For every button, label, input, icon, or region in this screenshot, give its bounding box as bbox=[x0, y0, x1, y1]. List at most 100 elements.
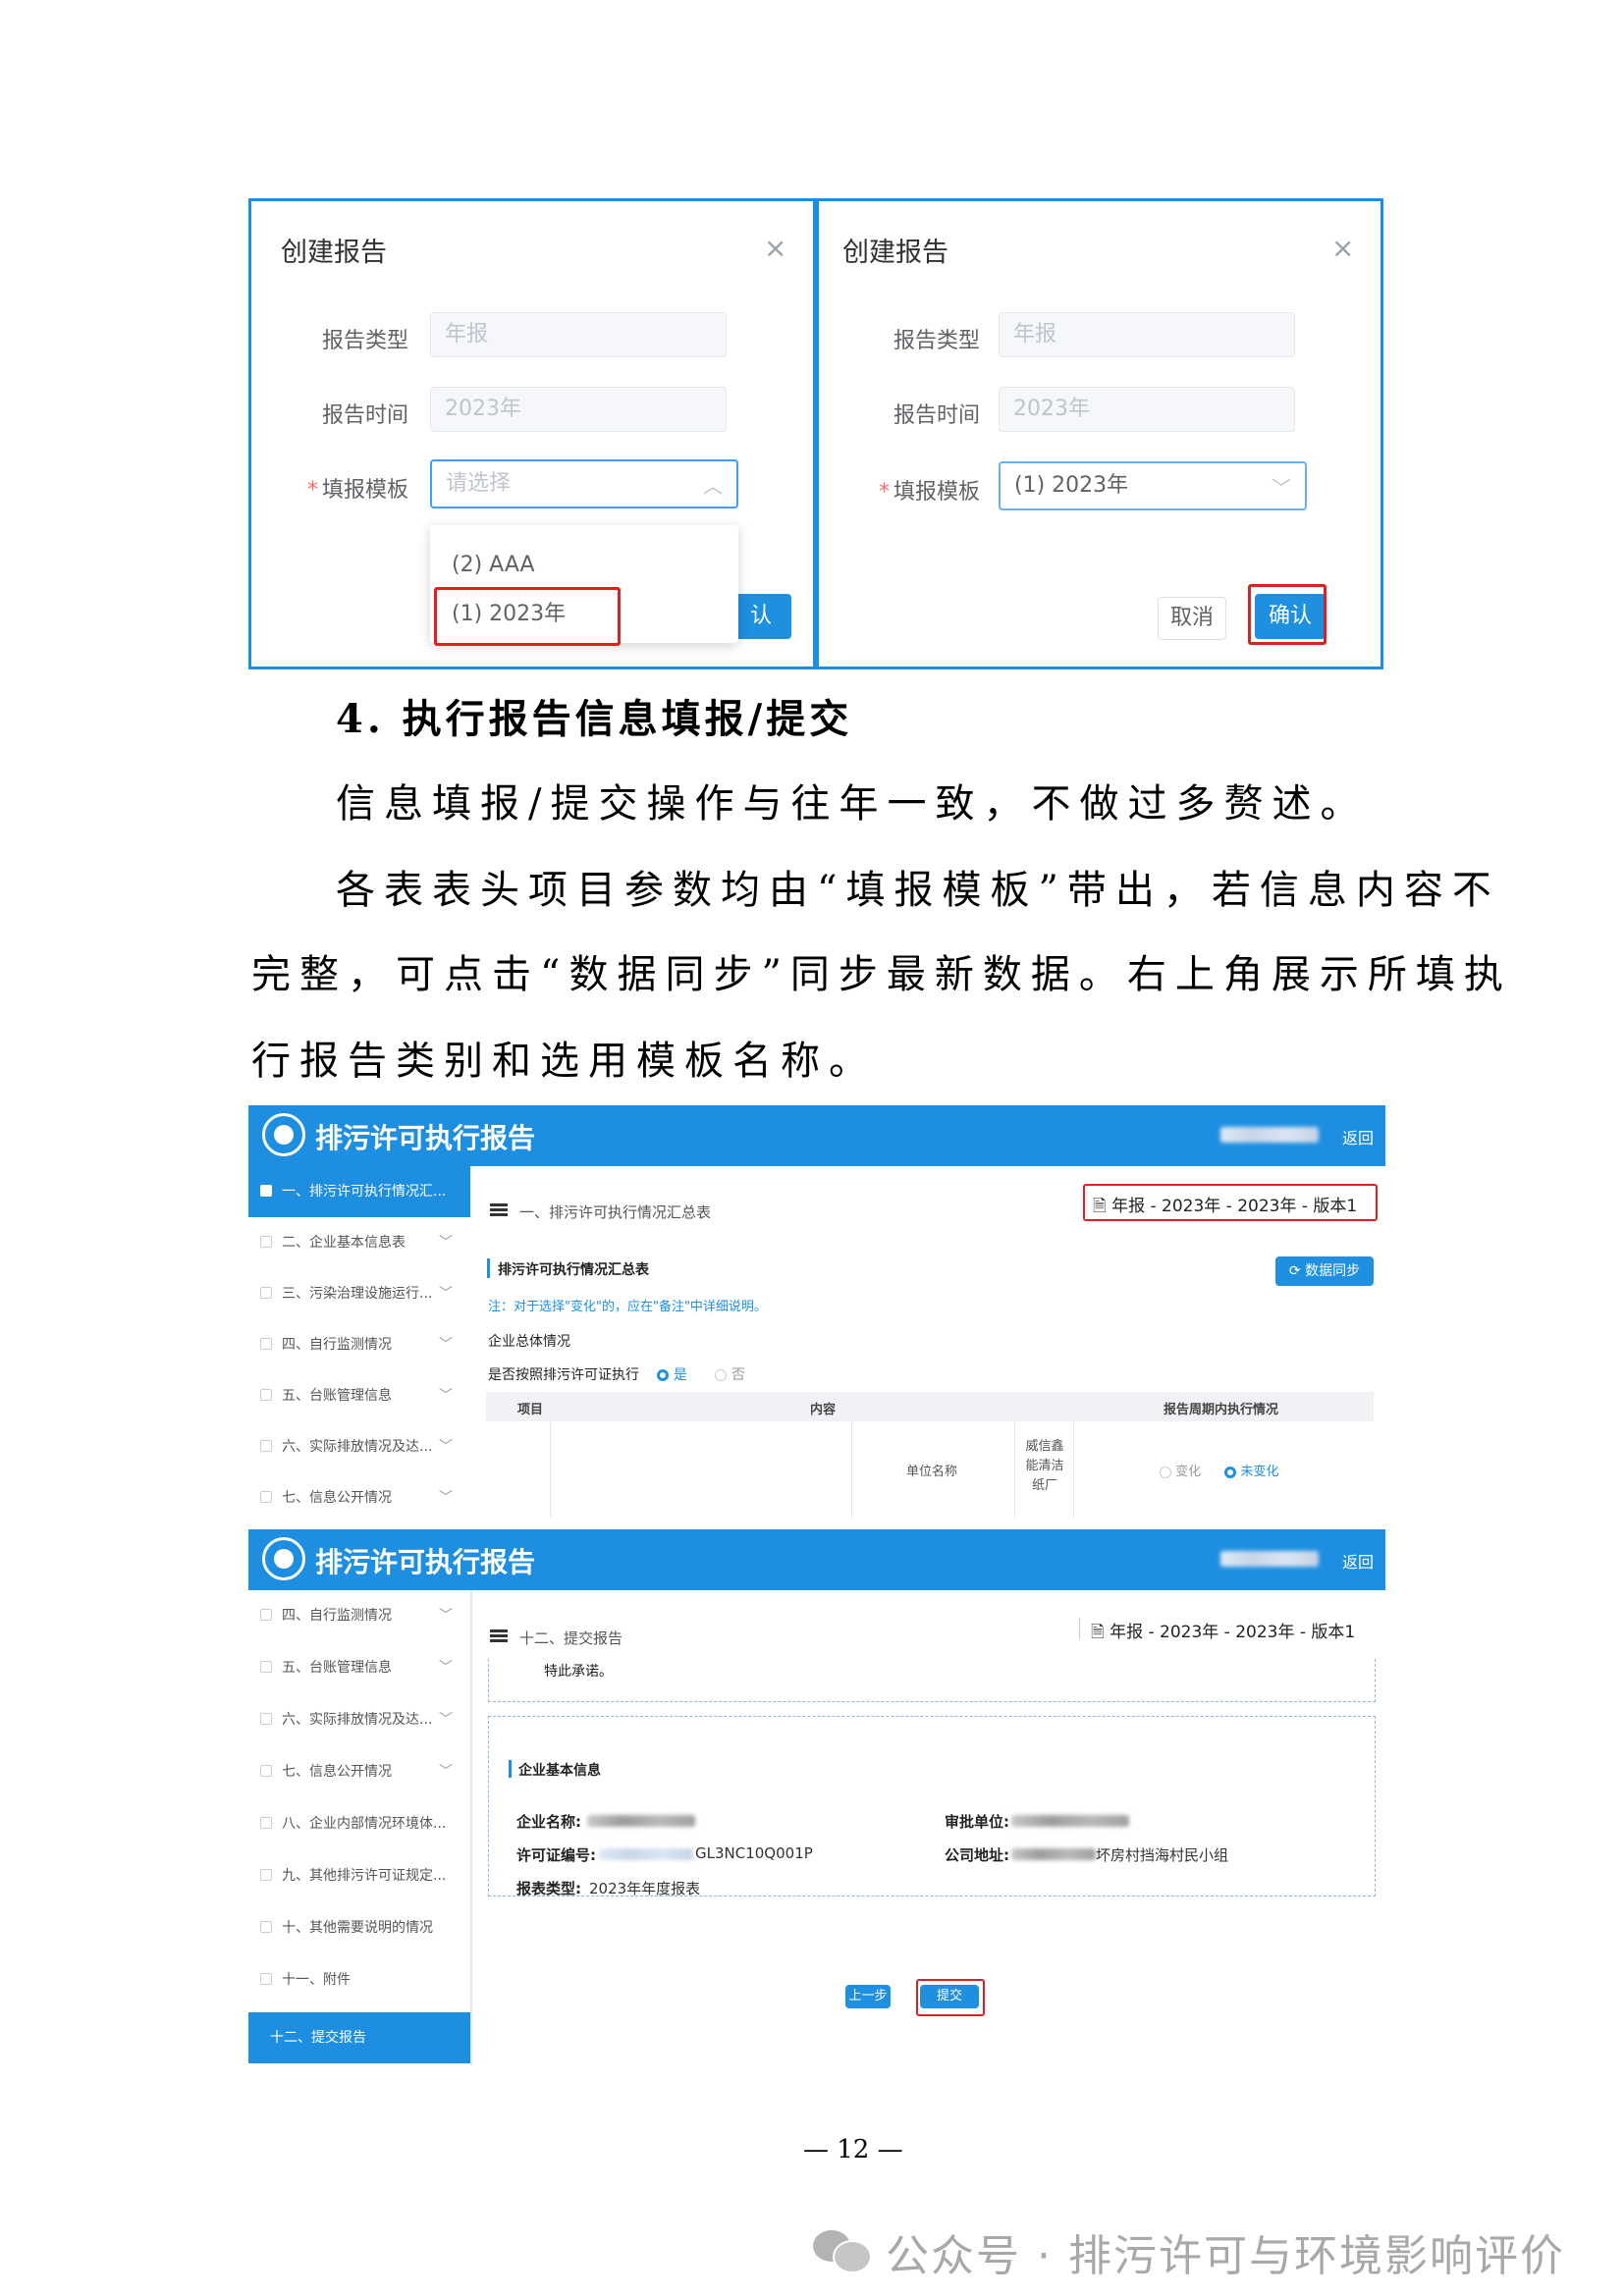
table-divider bbox=[550, 1421, 551, 1518]
chevron-down-icon: ﹀ bbox=[439, 1764, 453, 1780]
sidebar-item-disclosure[interactable]: 七、信息公开情况 ﹀ bbox=[248, 1472, 470, 1518]
company-name-blurred bbox=[587, 1815, 695, 1827]
radio-changed[interactable]: 变化 bbox=[1160, 1465, 1201, 1479]
logo-icon bbox=[262, 1113, 305, 1156]
col-content: 内容 bbox=[810, 1403, 837, 1417]
close-icon[interactable]: × bbox=[1331, 235, 1354, 262]
report-type-label: 报表类型: bbox=[516, 1880, 581, 1897]
question-row: 是否按照排污许可证执行 是 否 bbox=[488, 1367, 745, 1383]
data-sync-button[interactable]: ⟳ 数据同步 bbox=[1275, 1256, 1374, 1286]
report-type-label: 报告类型 bbox=[321, 329, 408, 353]
sidebar-item-disclosure[interactable]: 七、信息公开情况 ﹀ bbox=[248, 1746, 470, 1797]
license-no-label: 许可证编号: bbox=[516, 1846, 596, 1864]
user-name-blurred bbox=[1220, 1127, 1319, 1143]
report-time-field: 2023年 bbox=[999, 387, 1295, 432]
table-title: 排污许可执行情况汇总表 bbox=[498, 1262, 649, 1278]
radio-unchanged[interactable]: 未变化 bbox=[1224, 1465, 1278, 1479]
paragraph-line-1: 信息填报/提交操作与往年一致，不做过多赘述。 bbox=[336, 781, 1369, 827]
table-title-bar bbox=[487, 1258, 490, 1278]
chevron-down-icon: ﹀ bbox=[439, 1235, 453, 1251]
highlight-option-2023 bbox=[434, 587, 621, 646]
app-title: 排污许可执行报告 bbox=[315, 1122, 536, 1154]
overall-label: 企业总体情况 bbox=[488, 1334, 570, 1350]
address-blurred bbox=[1011, 1848, 1096, 1860]
logo-icon bbox=[262, 1537, 305, 1580]
sidebar-item-summary[interactable]: 一、排污许可执行情况汇... bbox=[248, 1166, 470, 1217]
sidebar-item-ledger[interactable]: 五、台账管理信息 ﹀ bbox=[248, 1370, 470, 1421]
paragraph-line-3: 完整，可点击“数据同步”同步最新数据。右上角展示所填执 bbox=[251, 952, 1512, 997]
chevron-down-icon: ﹀ bbox=[439, 1337, 453, 1353]
chevron-down-icon: ﹀ bbox=[439, 1439, 453, 1455]
template-select[interactable]: 请选择 ︿ bbox=[430, 459, 738, 508]
radio-no[interactable]: 否 bbox=[715, 1367, 745, 1383]
radio-yes[interactable]: 是 bbox=[657, 1367, 687, 1383]
option-aaa[interactable]: (2) AAA bbox=[430, 543, 738, 588]
section-heading: 4. 执行报告信息填报/提交 bbox=[336, 696, 853, 742]
sidebar-item-ledger[interactable]: 五、台账管理信息 ﹀ bbox=[248, 1642, 470, 1693]
promise-text: 特此承诺。 bbox=[544, 1664, 613, 1680]
sidebar-item-submit[interactable]: 十二、提交报告 bbox=[248, 2012, 470, 2063]
sidebar-item-basic-info[interactable]: 二、企业基本信息表 ﹀ bbox=[248, 1217, 470, 1268]
sidebar-item-emissions[interactable]: 六、实际排放情况及达... ﹀ bbox=[248, 1694, 470, 1745]
highlight-submit bbox=[916, 1979, 985, 2016]
table-divider bbox=[1014, 1421, 1015, 1518]
approval-unit-blurred bbox=[1011, 1815, 1129, 1827]
sidebar-item-other-rules[interactable]: 九、其他排污许可证规定... bbox=[248, 1850, 470, 1901]
license-no-blurred bbox=[599, 1848, 693, 1860]
app-title: 排污许可执行报告 bbox=[315, 1546, 536, 1578]
sidebar-item-other-notes[interactable]: 十、其他需要说明的情况 bbox=[248, 1902, 470, 1953]
watermark: 公众号 · 排污许可与环境影响评价 bbox=[886, 2231, 1565, 2281]
col-item: 项目 bbox=[517, 1403, 544, 1417]
close-icon[interactable]: × bbox=[764, 235, 786, 262]
sidebar-item-emissions[interactable]: 六、实际排放情况及达... ﹀ bbox=[248, 1421, 470, 1472]
sidebar-item-monitoring[interactable]: 四、自行监测情况 ﹀ bbox=[248, 1319, 470, 1370]
user-name-blurred bbox=[1220, 1551, 1319, 1567]
cancel-button[interactable]: 取消 bbox=[1158, 597, 1226, 640]
menu-icon[interactable] bbox=[490, 1203, 508, 1217]
address-label: 公司地址: bbox=[945, 1846, 1009, 1864]
template-select[interactable]: (1) 2023年 ﹀ bbox=[999, 461, 1307, 510]
table-header: 项目 内容 报告周期内执行情况 bbox=[486, 1392, 1374, 1421]
back-link[interactable]: 返回 bbox=[1342, 1549, 1374, 1573]
document-icon: 🗎 bbox=[1091, 1623, 1105, 1642]
template-label: * 填报模板 bbox=[306, 478, 408, 503]
chevron-down-icon: ﹀ bbox=[439, 1608, 453, 1624]
report-type-field: 年报 bbox=[999, 312, 1295, 357]
note-text: 注：对于选择"变化"的，应在"备注"中详细说明。 bbox=[488, 1300, 767, 1314]
template-selected-value: (1) 2023年 bbox=[1014, 473, 1129, 498]
report-time-field: 2023年 bbox=[430, 387, 727, 432]
create-report-dialog-left: 创建报告 × 报告类型 年报 报告时间 2023年 * 填报模板 请选择 ︿ 认 … bbox=[248, 198, 816, 669]
report-type-value: 2023年年度报表 bbox=[589, 1880, 701, 1897]
chevron-down-icon: ﹀ bbox=[439, 1286, 453, 1302]
change-radios: 变化 未变化 bbox=[1160, 1461, 1278, 1479]
sidebar-item-internal[interactable]: 八、企业内部情况环境体... bbox=[248, 1798, 470, 1849]
approval-unit-label: 审批单位: bbox=[945, 1813, 1009, 1831]
tag-divider bbox=[1079, 1618, 1080, 1639]
app-screenshot-summary: 排污许可执行报告 返回 一、排污许可执行情况汇... 二、企业基本信息表 ﹀ 三、… bbox=[248, 1105, 1385, 1518]
license-no-value: GL3NC10Q001P bbox=[695, 1844, 813, 1862]
sidebar: 四、自行监测情况 ﹀ 五、台账管理信息 ﹀ 六、实际排放情况及达... ﹀ 七、信息公… bbox=[248, 1590, 472, 2065]
back-link[interactable]: 返回 bbox=[1342, 1125, 1374, 1148]
sidebar-item-facilities[interactable]: 三、污染治理设施运行... ﹀ bbox=[248, 1268, 470, 1319]
report-type-label: 报告类型 bbox=[893, 329, 980, 353]
menu-icon[interactable] bbox=[490, 1629, 508, 1643]
dialog-title: 创建报告 bbox=[281, 238, 387, 268]
dialog-title: 创建报告 bbox=[842, 238, 948, 268]
sidebar: 一、排污许可执行情况汇... 二、企业基本信息表 ﹀ 三、污染治理设施运行... ﹀… bbox=[248, 1166, 470, 1518]
previous-step-button[interactable]: 上一步 bbox=[845, 1985, 891, 2008]
highlight-confirm bbox=[1248, 584, 1326, 645]
paragraph-line-2: 各表表头项目参数均由“填报模板”带出，若信息内容不 bbox=[336, 868, 1500, 913]
wechat-icon bbox=[813, 2226, 872, 2273]
unit-name-label: 单位名称 bbox=[906, 1465, 958, 1479]
chevron-down-icon: ﹀ bbox=[439, 1388, 453, 1404]
app-header: 排污许可执行报告 返回 bbox=[248, 1105, 1385, 1166]
info-title: 企业基本信息 bbox=[518, 1763, 601, 1779]
sidebar-item-attachments[interactable]: 十一、附件 bbox=[248, 1954, 470, 2005]
page-number: — 12 — bbox=[803, 2135, 903, 2164]
col-period: 报告周期内执行情况 bbox=[1164, 1403, 1279, 1417]
chevron-down-icon: ﹀ bbox=[1272, 476, 1291, 500]
promise-box: 特此承诺。 bbox=[488, 1659, 1376, 1702]
section-title: 一、排污许可执行情况汇总表 bbox=[519, 1203, 712, 1221]
unit-name-value: 威信鑫能清洁纸厂 bbox=[1025, 1439, 1064, 1493]
sidebar-item-monitoring[interactable]: 四、自行监测情况 ﹀ bbox=[248, 1590, 470, 1641]
